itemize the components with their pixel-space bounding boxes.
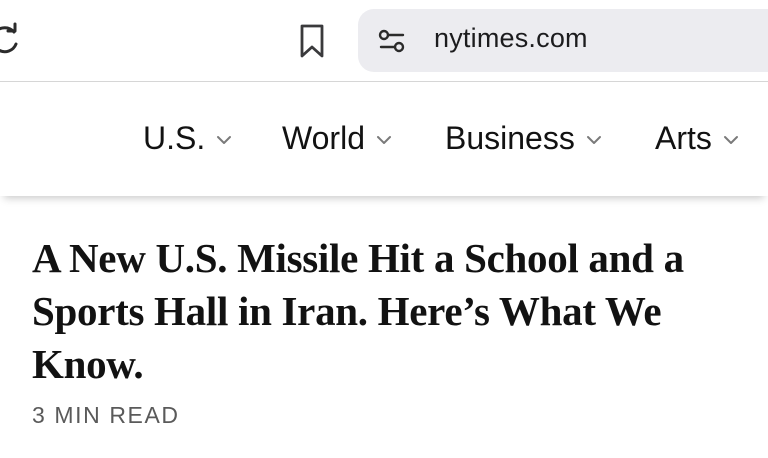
- nav-item-label: U.S.: [143, 119, 206, 156]
- nav-item-arts[interactable]: Arts: [655, 118, 740, 158]
- chevron-down-icon: [376, 136, 391, 144]
- url-text[interactable]: nytimes.com: [434, 23, 588, 54]
- nav-item-world[interactable]: World: [282, 118, 393, 158]
- chevron-down-icon: [723, 136, 738, 144]
- read-time-label: 3 MIN READ: [32, 402, 180, 428]
- section-nav: U.S. World Business Arts: [0, 82, 768, 196]
- address-bar[interactable]: nytimes.com: [358, 9, 768, 72]
- browser-toolbar: nytimes.com: [0, 0, 768, 82]
- nav-item-label: Arts: [655, 119, 712, 156]
- site-settings-icon[interactable]: [378, 28, 406, 54]
- reload-icon[interactable]: [0, 22, 22, 58]
- nav-item-us[interactable]: U.S.: [143, 118, 233, 158]
- nav-item-business[interactable]: Business: [445, 118, 603, 158]
- chevron-down-icon: [586, 136, 601, 144]
- nav-item-label: World: [282, 119, 365, 156]
- chevron-down-icon: [217, 136, 232, 144]
- bookmark-icon[interactable]: [296, 22, 328, 60]
- nav-item-label: Business: [445, 119, 575, 156]
- article-headline[interactable]: A New U.S. Missile Hit a School and a Sp…: [32, 232, 752, 391]
